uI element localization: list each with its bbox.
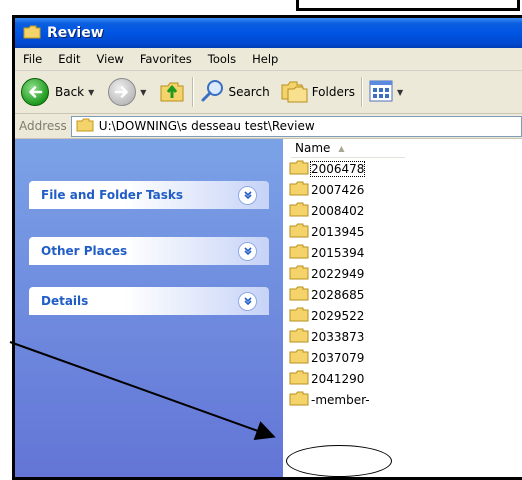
folder-icon xyxy=(289,244,309,262)
folder-item[interactable]: 2029522 xyxy=(289,305,370,326)
folder-item[interactable]: 2013945 xyxy=(289,221,370,242)
folder-name: 2041290 xyxy=(311,371,365,386)
task-pane: File and Folder Tasks Other Places Detai… xyxy=(15,139,283,477)
forward-button[interactable]: ▼ xyxy=(108,78,146,106)
folder-icon xyxy=(289,307,309,325)
folder-name: 2037079 xyxy=(311,350,365,365)
title-bar[interactable]: Review xyxy=(15,18,522,48)
menu-item-help[interactable]: Help xyxy=(244,52,286,66)
folder-name: 2007426 xyxy=(311,182,365,197)
folder-item[interactable]: 2028685 xyxy=(289,284,370,305)
search-icon xyxy=(200,78,226,107)
toolbar-separator xyxy=(361,77,364,107)
folder-name: 2006478 xyxy=(309,160,366,177)
task-group-label: Details xyxy=(41,294,89,308)
folder-item[interactable]: 2041290 xyxy=(289,368,370,389)
expand-chevron-icon[interactable] xyxy=(238,291,257,311)
address-path: U:\DOWNING\s desseau test\Review xyxy=(98,119,315,133)
folder-icon xyxy=(289,286,309,304)
toolbar: Back ▼ ▼ Search Folders ▼ xyxy=(15,71,522,114)
menu-bar: File Edit View Favorites Tools Help xyxy=(15,48,522,71)
menu-item-view[interactable]: View xyxy=(89,52,132,66)
annotation-ellipse xyxy=(286,445,392,477)
task-group-file-and-folder-tasks[interactable]: File and Folder Tasks xyxy=(29,181,269,209)
folder-item[interactable]: 2008402 xyxy=(289,200,370,221)
folder-name: 2022949 xyxy=(311,266,365,281)
toolbar-separator xyxy=(192,77,195,107)
menu-item-favorites[interactable]: Favorites xyxy=(132,52,200,66)
explorer-window: Review File Edit View Favorites Tools He… xyxy=(12,15,522,480)
folder-icon xyxy=(289,160,309,178)
address-bar: Address U:\DOWNING\s desseau test\Review xyxy=(15,114,522,139)
sort-ascending-icon: ▲ xyxy=(338,143,345,153)
address-folder-icon xyxy=(76,118,94,135)
folder-icon xyxy=(289,370,309,388)
search-label: Search xyxy=(228,85,270,99)
folder-item[interactable]: 2015394 xyxy=(289,242,370,263)
folder-name: -member- xyxy=(311,392,370,407)
folder-icon xyxy=(289,265,309,283)
menu-item-tools[interactable]: Tools xyxy=(200,52,244,66)
folder-icon xyxy=(289,181,309,199)
views-button[interactable]: ▼ xyxy=(369,80,403,105)
folder-item[interactable]: 2006478 xyxy=(289,158,370,179)
file-pane: Name ▲ 2006478 2007426 2008402 2013945 2… xyxy=(283,139,522,477)
folder-icon xyxy=(289,391,309,409)
folder-name: 2033873 xyxy=(311,329,365,344)
folder-item-member[interactable]: -member- xyxy=(289,389,370,410)
expand-chevron-icon[interactable] xyxy=(238,241,257,261)
folder-item[interactable]: 2033873 xyxy=(289,326,370,347)
folder-name: 2015394 xyxy=(311,245,365,260)
forward-dropdown-icon[interactable]: ▼ xyxy=(140,88,146,97)
column-header-name[interactable]: Name ▲ xyxy=(291,139,405,158)
task-group-details[interactable]: Details xyxy=(29,287,269,315)
menu-item-edit[interactable]: Edit xyxy=(50,52,88,66)
forward-arrow-icon xyxy=(108,78,137,106)
back-label: Back xyxy=(55,85,85,99)
views-grid-icon xyxy=(369,80,393,105)
back-dropdown-icon[interactable]: ▼ xyxy=(88,88,94,97)
back-arrow-icon xyxy=(21,78,49,106)
folder-icon xyxy=(289,202,309,220)
folder-icon xyxy=(289,328,309,346)
views-dropdown-icon[interactable]: ▼ xyxy=(397,88,403,97)
folder-icon xyxy=(23,24,41,43)
task-group-other-places[interactable]: Other Places xyxy=(29,237,269,265)
folder-icon xyxy=(289,223,309,241)
folder-item[interactable]: 2007426 xyxy=(289,179,370,200)
folder-name: 2013945 xyxy=(311,224,365,239)
search-button[interactable]: Search xyxy=(200,78,270,107)
address-label: Address xyxy=(19,119,67,133)
window-title: Review xyxy=(47,25,104,41)
column-header-label: Name xyxy=(295,141,331,155)
folder-name: 2028685 xyxy=(311,287,365,302)
up-folder-button[interactable] xyxy=(158,77,186,108)
document-callout-frame xyxy=(296,0,520,11)
task-group-label: File and Folder Tasks xyxy=(41,188,184,202)
folder-name: 2008402 xyxy=(311,203,365,218)
folders-label: Folders xyxy=(311,85,356,99)
file-list: 2006478 2007426 2008402 2013945 2015394 xyxy=(289,158,370,410)
task-group-label: Other Places xyxy=(41,244,128,258)
expand-chevron-icon[interactable] xyxy=(238,185,257,205)
up-folder-icon xyxy=(158,77,186,108)
back-button[interactable]: Back ▼ xyxy=(21,78,94,106)
folders-icon xyxy=(280,79,308,106)
folders-button[interactable]: Folders xyxy=(280,79,355,106)
menu-item-file[interactable]: File xyxy=(15,52,50,66)
folder-name: 2029522 xyxy=(311,308,365,323)
main-content: File and Folder Tasks Other Places Detai… xyxy=(15,139,522,477)
address-field[interactable]: U:\DOWNING\s desseau test\Review xyxy=(70,115,522,137)
folder-item[interactable]: 2022949 xyxy=(289,263,370,284)
folder-item[interactable]: 2037079 xyxy=(289,347,370,368)
folder-icon xyxy=(289,349,309,367)
